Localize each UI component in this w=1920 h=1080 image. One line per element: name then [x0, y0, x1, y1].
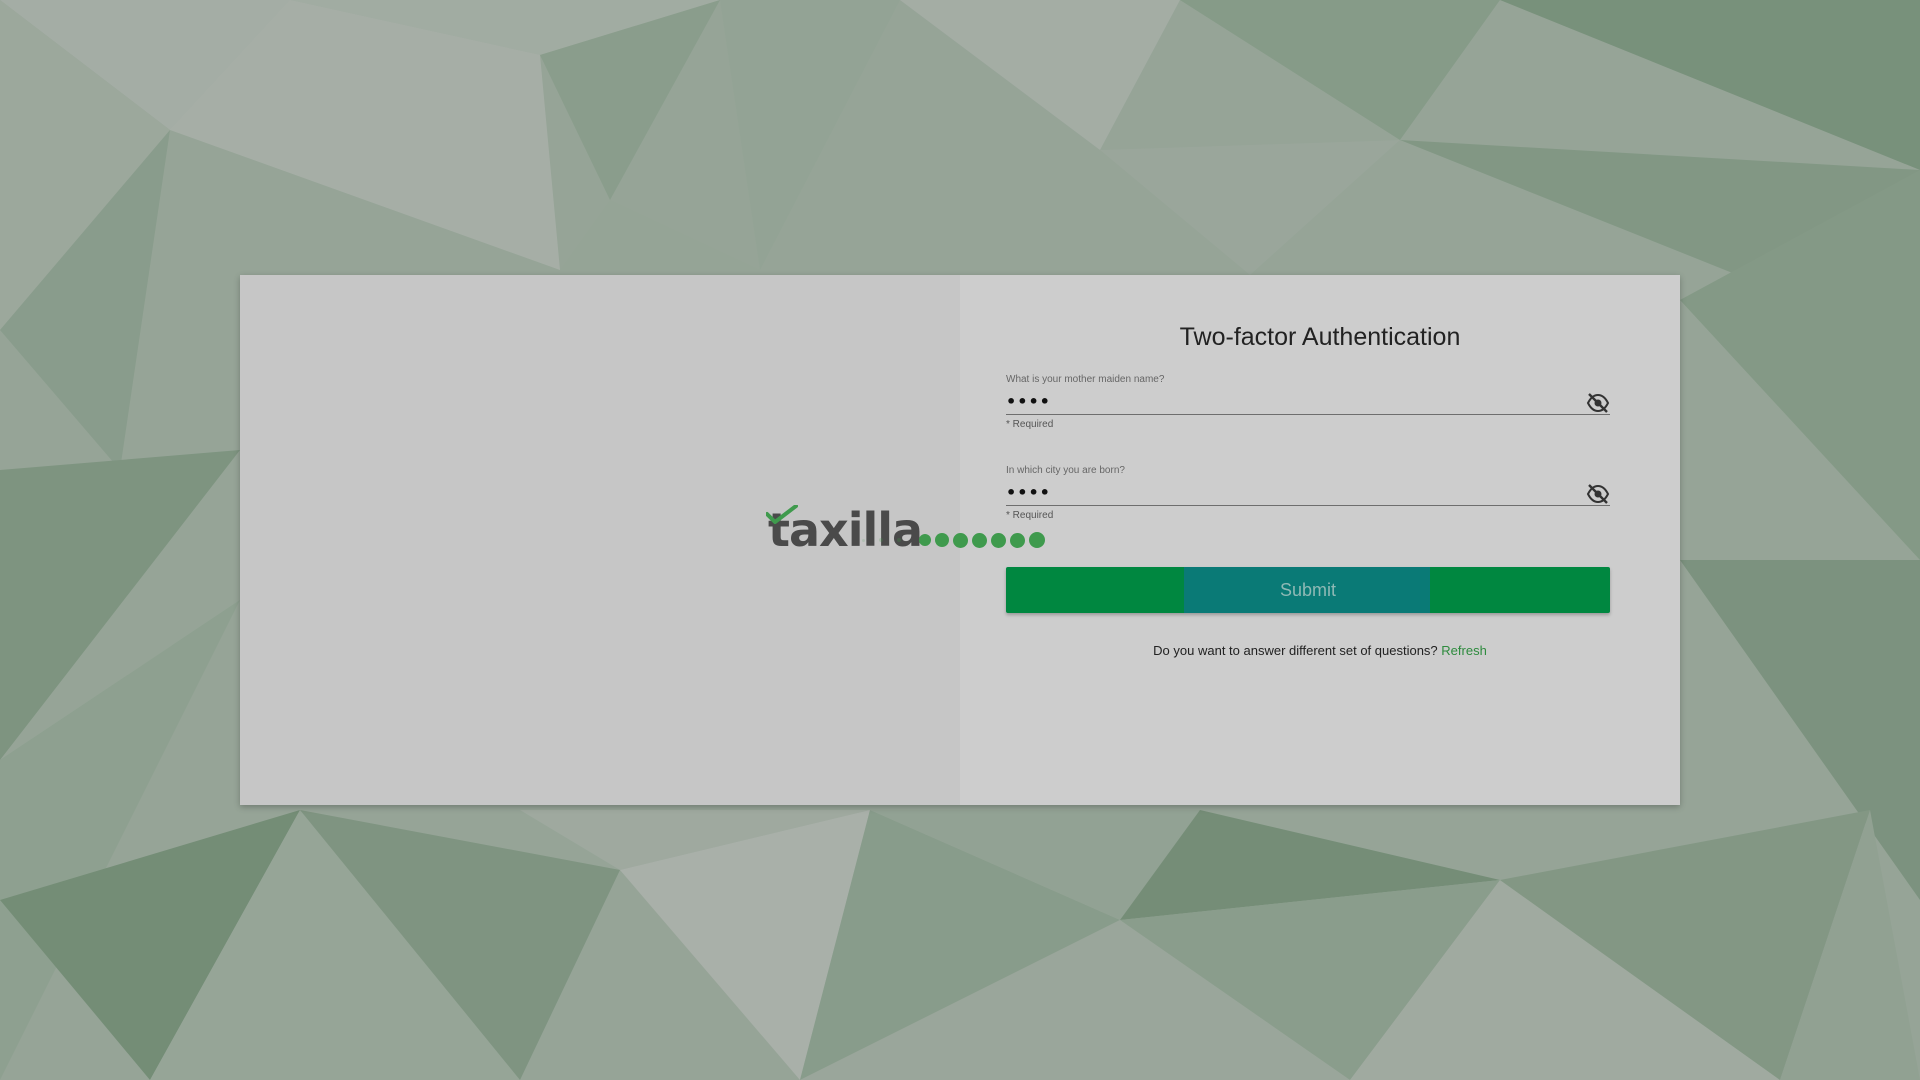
answer-1-input[interactable] — [1006, 392, 1566, 411]
question-1-label: What is your mother maiden name? — [1006, 374, 1165, 385]
refresh-link[interactable]: Refresh — [1441, 643, 1487, 658]
question-2-label: In which city you are born? — [1006, 465, 1125, 476]
loading-dot — [972, 532, 987, 548]
loading-dots-icon — [862, 532, 1045, 548]
loading-dot — [953, 532, 968, 548]
question-1-row — [1006, 390, 1610, 415]
security-question-2: In which city you are born? * Required — [1006, 465, 1610, 521]
question-2-required-hint: * Required — [1006, 510, 1054, 521]
loading-dot — [1010, 532, 1025, 548]
refresh-questions-line: Do you want to answer different set of q… — [960, 643, 1680, 658]
security-question-1: What is your mother maiden name? * Requi… — [1006, 374, 1610, 430]
loading-dot — [879, 538, 883, 542]
page-title: Two-factor Authentication — [1179, 323, 1461, 351]
answer-2-input[interactable] — [1006, 483, 1566, 502]
brand-panel: taxilla — [240, 275, 960, 805]
loading-dot — [1029, 532, 1045, 548]
eye-off-icon[interactable] — [1586, 392, 1610, 414]
checkmark-icon — [766, 505, 798, 524]
question-1-required-hint: * Required — [1006, 419, 1054, 430]
submit-button[interactable]: Submit — [1006, 567, 1610, 613]
loading-dot — [991, 532, 1006, 548]
eye-off-icon[interactable] — [1586, 483, 1610, 505]
loading-dot — [935, 533, 949, 547]
loading-dot — [897, 538, 901, 542]
loading-dot — [919, 534, 931, 546]
refresh-prompt: Do you want to answer different set of q… — [1153, 643, 1438, 658]
loading-dot — [862, 538, 865, 542]
question-2-row — [1006, 481, 1610, 506]
submit-label: Submit — [1279, 580, 1337, 600]
auth-panel: Two-factor Authentication What is your m… — [960, 275, 1680, 805]
